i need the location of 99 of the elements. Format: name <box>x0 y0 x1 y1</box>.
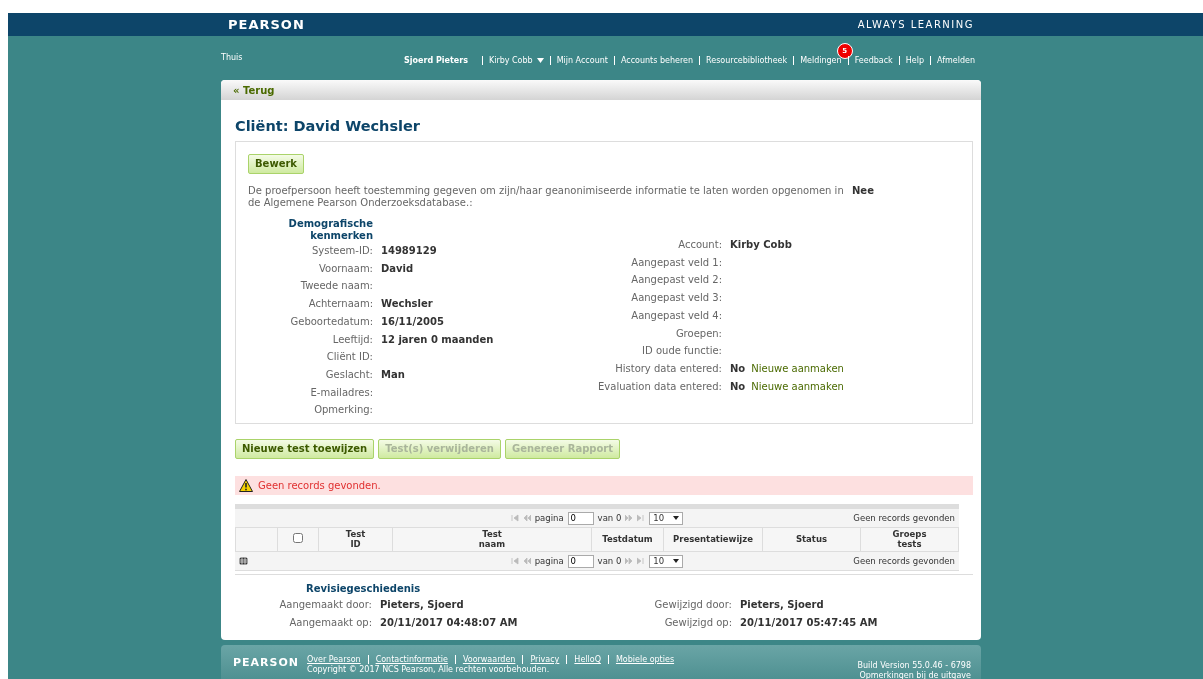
nav-link[interactable]: Resourcebibliotheek <box>706 56 788 65</box>
page-title: Cliënt: David Wechsler <box>235 117 421 136</box>
nav-link[interactable]: Meldingen <box>800 56 842 65</box>
release-notes-link[interactable]: Opmerkingen bij de uitgave <box>857 671 971 679</box>
footer-link[interactable]: Mobiele opties <box>607 655 682 664</box>
next-page-icon[interactable] <box>625 514 634 522</box>
footer-link[interactable]: Contactinformatie <box>367 655 455 664</box>
field-label: Leeftijd: <box>331 332 373 347</box>
home-link[interactable]: Thuis <box>221 52 243 64</box>
field-value: Man <box>381 368 405 380</box>
column-header: Test naam <box>392 527 592 552</box>
footer-link[interactable]: HelloQ <box>566 655 608 664</box>
page-count: van 0 <box>597 511 622 525</box>
footer-link[interactable]: Over Pearson <box>307 655 368 664</box>
field-label: Aangemaakt door: <box>278 598 372 612</box>
field-label: Opmerking: <box>313 403 373 418</box>
field-value: No <box>730 362 746 374</box>
first-page-icon[interactable] <box>510 514 519 522</box>
field-value: 20/11/2017 05:47:45 AM <box>740 616 878 628</box>
nav-link[interactable]: Help <box>905 56 924 65</box>
page-number-field[interactable]: 0 <box>567 554 594 568</box>
section-heading: Revisiegeschiedenis <box>306 582 422 596</box>
user-name: Sjoerd Pieters <box>404 56 468 65</box>
field-value: Kirby Cobb <box>730 239 792 250</box>
field-value: 14989129 <box>381 245 437 256</box>
field-label: Aangepast veld 2: <box>630 273 722 288</box>
tagline: ALWAYS LEARNING <box>857 18 974 32</box>
field-label: Tweede naam: <box>299 279 373 294</box>
field-value: David <box>381 262 414 274</box>
caret-icon <box>673 559 680 563</box>
field-label: Aangepast veld 1: <box>630 255 722 270</box>
alert-message: Geen records gevonden. <box>258 479 381 493</box>
last-page-icon[interactable] <box>637 514 646 522</box>
action-button[interactable]: Nieuwe test toewijzen <box>235 439 375 459</box>
field-label: ID oude functie: <box>641 344 722 359</box>
next-page-icon[interactable] <box>625 557 634 565</box>
field-label: Aangepast veld 4: <box>630 308 722 323</box>
field-label: Cliënt ID: <box>325 350 373 365</box>
caret-icon <box>536 58 544 63</box>
nav-link[interactable]: Accounts beheren <box>620 56 694 65</box>
page-number-field[interactable]: 0 <box>567 511 594 525</box>
field-label: Geslacht: <box>324 367 373 382</box>
footer-link[interactable]: Privacy <box>522 655 567 664</box>
consent-label: De proefpersoon heeft toestemming gegeven om zijn/haar geanonimiseerde informatie te laten worden opgenomen in de Algemene Pearson Onderzoeksdatabase.: <box>248 185 845 209</box>
consent-value: Nee <box>852 185 874 198</box>
last-page-icon[interactable] <box>637 557 646 565</box>
field-label: Geboortedatum: <box>289 314 373 329</box>
field-label: Groepen: <box>674 326 722 341</box>
nav-link[interactable]: Feedback <box>854 56 893 65</box>
page-size-select[interactable]: 10 <box>649 554 684 568</box>
copyright-text: Copyright © 2017 NCS Pearson, Alle rechten voorbehouden. <box>307 664 551 676</box>
page-label: pagina <box>534 554 564 568</box>
field-label: E-mailadres: <box>309 385 373 400</box>
back-link[interactable]: « Terug <box>233 82 275 98</box>
account-dropdown[interactable]: Kirby Cobb <box>488 56 544 65</box>
field-value: Pieters, Sjoerd <box>380 599 464 610</box>
field-label: Systeem-ID: <box>310 244 373 258</box>
field-label: Voornaam: <box>318 261 373 276</box>
field-label: Gewijzigd op: <box>663 615 732 630</box>
records-status: Geen records gevonden <box>853 511 955 525</box>
column-header: Groeps tests <box>860 527 959 552</box>
page-label: pagina <box>534 511 564 525</box>
field-value: 12 jaren 0 maanden <box>381 333 494 345</box>
page-count: van 0 <box>597 554 622 568</box>
pearson-logo: PEARSON <box>228 15 305 34</box>
footer-link[interactable]: Voorwaarden <box>454 655 523 664</box>
records-status: Geen records gevonden <box>853 554 955 568</box>
column-header: Presentatiewijze <box>663 527 763 552</box>
create-link[interactable]: Nieuwe aanmaken <box>751 362 844 374</box>
field-label: Evaluation data entered: <box>597 379 722 394</box>
build-version: Build Version 55.0.46 - 6798 <box>857 661 971 671</box>
field-label: Account: <box>677 238 722 252</box>
column-header: Testdatum <box>591 527 664 552</box>
field-value: 20/11/2017 04:48:07 AM <box>380 616 518 628</box>
nav-link[interactable]: Afmelden <box>937 56 975 65</box>
caret-icon <box>673 516 680 520</box>
edit-button[interactable]: Bewerk <box>248 154 304 174</box>
field-value: Pieters, Sjoerd <box>740 599 824 610</box>
field-value: No <box>730 380 746 392</box>
warning-icon <box>239 479 253 492</box>
nav-link[interactable]: Mijn Account <box>556 56 608 65</box>
field-label: Achternaam: <box>307 297 373 312</box>
column-header: Test ID <box>318 527 393 552</box>
select-all-checkbox[interactable] <box>293 533 303 544</box>
field-label: Aangemaakt op: <box>288 615 372 630</box>
section-heading: Demografische kenmerken <box>287 218 373 242</box>
prev-page-icon[interactable] <box>522 514 531 522</box>
page-size-select[interactable]: 10 <box>649 511 684 525</box>
field-value: Wechsler <box>381 298 433 310</box>
grid-icon[interactable] <box>239 557 248 566</box>
field-value: 16/11/2005 <box>381 315 444 327</box>
create-link[interactable]: Nieuwe aanmaken <box>751 380 844 392</box>
field-label: Aangepast veld 3: <box>630 291 722 306</box>
prev-page-icon[interactable] <box>522 557 531 565</box>
field-label: Gewijzigd door: <box>653 598 732 612</box>
first-page-icon[interactable] <box>510 557 519 565</box>
field-label: History data entered: <box>614 361 722 376</box>
column-header: Status <box>762 527 861 552</box>
pearson-logo: PEARSON <box>233 655 300 671</box>
